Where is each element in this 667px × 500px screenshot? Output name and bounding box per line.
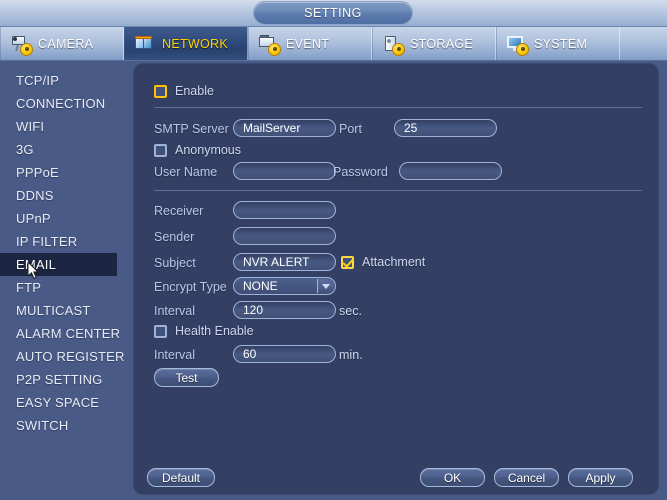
sender-label-wrap: Sender: [154, 227, 194, 247]
password-input[interactable]: [399, 162, 502, 180]
smtp-server-label: SMTP Server: [154, 122, 229, 136]
sidebar-item-pppoe[interactable]: PPPoE: [0, 161, 133, 184]
smtp-server-label-wrap: SMTP Server: [154, 119, 229, 139]
sidebar-item-easy-space[interactable]: EASY SPACE: [0, 391, 133, 414]
user-name-label: User Name: [154, 165, 218, 179]
encrypt-type-value: NONE: [243, 279, 278, 293]
enable-checkbox[interactable]: [154, 84, 167, 98]
anonymous-checkbox[interactable]: [154, 143, 167, 157]
divider-top: [154, 107, 642, 108]
tab-event[interactable]: EVENT: [248, 27, 372, 60]
sidebar-item-ip-filter[interactable]: IP FILTER: [0, 230, 133, 253]
encrypt-type-select[interactable]: NONE: [233, 277, 336, 295]
tab-network-label: NETWORK: [162, 36, 228, 51]
apply-button[interactable]: Apply: [568, 468, 633, 487]
enable-label: Enable: [175, 84, 214, 98]
sidebar-item-upnp[interactable]: UPnP: [0, 207, 133, 230]
sidebar-item-ftp[interactable]: FTP: [0, 276, 133, 299]
event-icon: [258, 34, 280, 55]
interval-min-unit: min.: [339, 348, 363, 362]
sidebar-item-p2p-setting[interactable]: P2P SETTING: [0, 368, 133, 391]
user-name-input[interactable]: [233, 162, 336, 180]
email-settings-panel: Enable SMTP Server MailServer Port 25 An…: [133, 63, 659, 495]
sidebar-item-wifi[interactable]: WIFI: [0, 115, 133, 138]
sidebar-item-alarm-center[interactable]: ALARM CENTER: [0, 322, 133, 345]
sidebar-item-tcpip[interactable]: TCP/IP: [0, 69, 133, 92]
page-title: SETTING: [253, 1, 413, 25]
password-label-wrap: Password: [333, 162, 388, 182]
sidebar-item-3g[interactable]: 3G: [0, 138, 133, 161]
interval-sec-label-wrap: Interval: [154, 301, 195, 321]
interval-sec-label: Interval: [154, 304, 195, 318]
interval-sec-unit-wrap: sec.: [339, 301, 362, 321]
sidebar-item-switch[interactable]: SWITCH: [0, 414, 133, 437]
port-label: Port: [339, 122, 362, 136]
tab-network[interactable]: NETWORK: [124, 27, 248, 60]
interval-sec-input[interactable]: 120: [233, 301, 336, 319]
interval-min-input[interactable]: 60: [233, 345, 336, 363]
health-enable-label: Health Enable: [175, 324, 254, 338]
camera-icon: [10, 34, 32, 55]
user-name-label-wrap: User Name: [154, 162, 217, 182]
tab-camera[interactable]: CAMERA: [0, 27, 124, 60]
interval-min-label-wrap: Interval: [154, 345, 195, 365]
sender-label: Sender: [154, 230, 195, 244]
tab-storage[interactable]: STORAGE: [372, 27, 496, 60]
network-icon: [134, 34, 156, 54]
storage-icon: [382, 34, 404, 55]
attachment-label: Attachment: [362, 255, 426, 269]
ok-button[interactable]: OK: [420, 468, 485, 487]
smtp-server-input[interactable]: MailServer: [233, 119, 336, 137]
sidebar-item-ddns[interactable]: DDNS: [0, 184, 133, 207]
subject-label-wrap: Subject: [154, 253, 196, 273]
enable-row: Enable: [154, 81, 214, 101]
anonymous-label: Anonymous: [175, 143, 242, 157]
divider-middle: [154, 190, 642, 191]
receiver-label: Receiver: [154, 204, 204, 218]
tab-camera-label: CAMERA: [38, 36, 94, 51]
sidebar-item-connection[interactable]: CONNECTION: [0, 92, 133, 115]
port-label-wrap: Port: [339, 119, 362, 139]
port-input[interactable]: 25: [394, 119, 497, 137]
encrypt-type-label-wrap: Encrypt Type: [154, 277, 227, 297]
password-label: Password: [333, 165, 388, 179]
interval-sec-unit: sec.: [339, 304, 362, 318]
subject-input[interactable]: NVR ALERT: [233, 253, 336, 271]
encrypt-type-label: Encrypt Type: [154, 280, 227, 294]
tab-system-label: SYSTEM: [534, 36, 588, 51]
sidebar-item-multicast[interactable]: MULTICAST: [0, 299, 133, 322]
receiver-input[interactable]: [233, 201, 336, 219]
health-enable-row: Health Enable: [154, 321, 254, 341]
tab-event-label: EVENT: [286, 36, 330, 51]
sidebar: TCP/IP CONNECTION WIFI 3G PPPoE DDNS UPn…: [0, 61, 133, 500]
system-icon: [506, 34, 528, 55]
main-tabs: CAMERA NETWORK EVENT STORAGE SYSTEM: [0, 27, 667, 61]
chevron-down-icon[interactable]: [317, 279, 334, 293]
anonymous-row: Anonymous: [154, 140, 241, 160]
tab-storage-label: STORAGE: [410, 36, 473, 51]
sidebar-item-email[interactable]: EMAIL: [0, 253, 117, 276]
interval-min-label: Interval: [154, 348, 195, 362]
tab-system[interactable]: SYSTEM: [496, 27, 620, 60]
receiver-label-wrap: Receiver: [154, 201, 203, 221]
attachment-checkbox[interactable]: [341, 255, 354, 269]
health-enable-checkbox[interactable]: [154, 324, 167, 338]
subject-label: Subject: [154, 256, 196, 270]
interval-min-unit-wrap: min.: [339, 345, 363, 365]
cancel-button[interactable]: Cancel: [494, 468, 559, 487]
sender-input[interactable]: [233, 227, 336, 245]
default-button[interactable]: Default: [147, 468, 215, 487]
sidebar-item-auto-register[interactable]: AUTO REGISTER: [0, 345, 133, 368]
test-button[interactable]: Test: [154, 368, 219, 387]
attachment-row: Attachment: [341, 252, 425, 272]
title-bar: SETTING: [0, 0, 667, 27]
